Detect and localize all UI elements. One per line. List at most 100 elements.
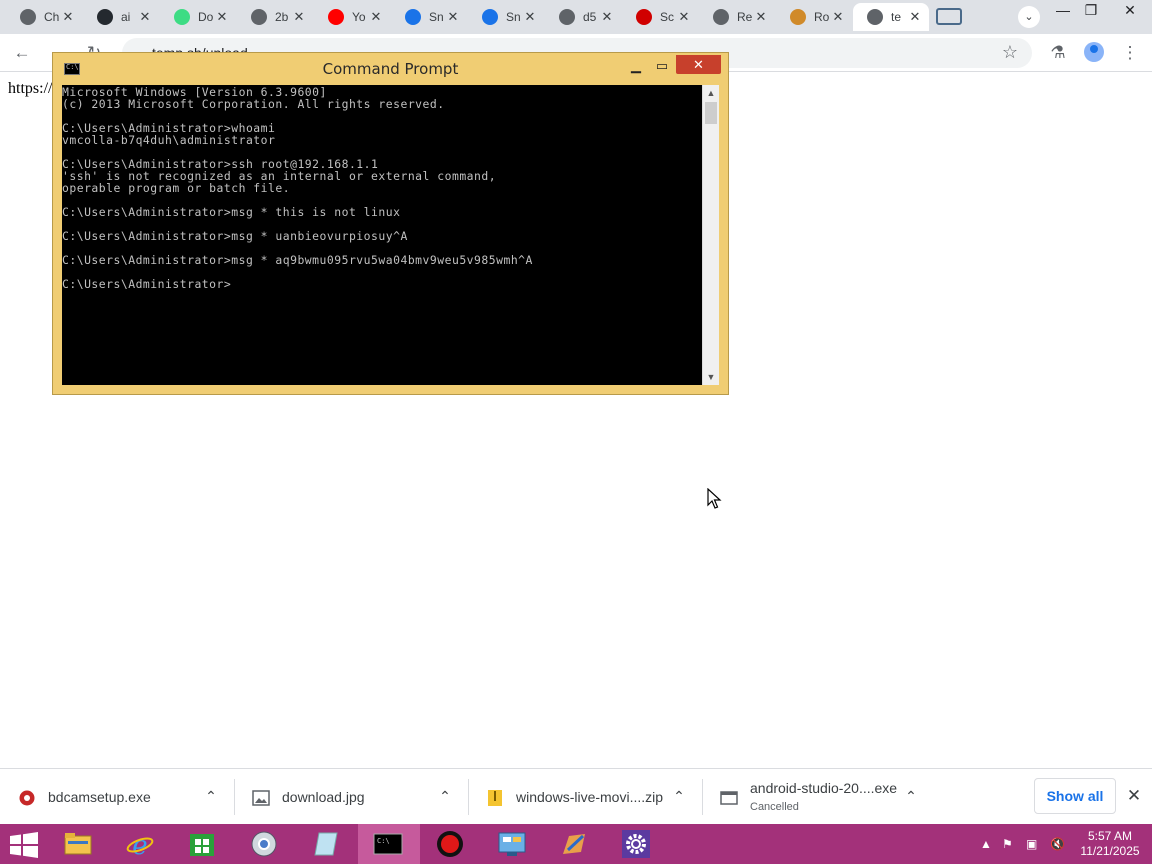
browser-tab[interactable]: Ro ✕ xyxy=(776,3,852,31)
tab-search-icon[interactable]: ⌄ xyxy=(1018,6,1040,28)
taskbar-store[interactable] xyxy=(172,824,234,864)
cmd-console-output[interactable]: Microsoft Windows [Version 6.3.9600] (c) … xyxy=(62,85,702,385)
close-window-icon[interactable]: ✕ xyxy=(1112,0,1148,22)
browser-tab[interactable]: Sc ✕ xyxy=(622,3,698,31)
chevron-up-icon[interactable]: ⌃ xyxy=(200,785,222,807)
browser-tab[interactable]: Sn ✕ xyxy=(468,3,544,31)
page-link-text[interactable]: https:// xyxy=(8,80,52,98)
chrome-icon xyxy=(251,831,277,857)
new-tab-button[interactable] xyxy=(936,8,962,25)
browser-tab[interactable]: ai ✕ xyxy=(83,3,159,31)
notepad-icon xyxy=(314,832,338,856)
youtube-icon xyxy=(328,9,344,25)
download-item[interactable]: bdcamsetup.exe ⌃ xyxy=(0,769,234,825)
command-prompt-window[interactable]: Command Prompt ▁ ▭ ✕ Microsoft Windows [… xyxy=(52,52,729,395)
tray-expand-icon[interactable]: ▲ xyxy=(980,834,992,854)
tab-close-icon[interactable]: ✕ xyxy=(137,9,153,25)
cmd-maximize-icon[interactable]: ▭ xyxy=(651,57,673,75)
tab-close-icon[interactable]: ✕ xyxy=(830,9,846,25)
tab-close-icon[interactable]: ✕ xyxy=(599,9,615,25)
browser-tab[interactable]: d5 ✕ xyxy=(545,3,621,31)
browser-tab[interactable]: 2b ✕ xyxy=(237,3,313,31)
taskbar-paint[interactable] xyxy=(544,824,606,864)
start-windows-icon[interactable] xyxy=(10,832,38,858)
exe-file-icon xyxy=(720,791,738,805)
tab-close-icon[interactable]: ✕ xyxy=(753,9,769,25)
scroll-up-icon[interactable]: ▲ xyxy=(703,85,719,101)
taskbar-control-panel[interactable] xyxy=(482,824,544,864)
scroll-thumb[interactable] xyxy=(705,102,717,124)
chevron-up-icon[interactable]: ⌃ xyxy=(434,785,456,807)
download-filename: bdcamsetup.exe xyxy=(48,789,151,805)
globe-icon xyxy=(867,9,883,25)
record-icon xyxy=(636,9,652,25)
taskbar-internet-explorer[interactable]: e xyxy=(110,824,172,864)
tab-close-icon[interactable]: ✕ xyxy=(907,9,923,25)
roblox-icon xyxy=(790,9,806,25)
chevron-up-icon[interactable]: ⌃ xyxy=(900,785,922,807)
cmd-title-bar[interactable]: Command Prompt ▁ ▭ ✕ xyxy=(53,53,728,85)
tab-close-icon[interactable]: ✕ xyxy=(214,9,230,25)
chevron-up-icon[interactable]: ⌃ xyxy=(668,785,690,807)
chrome-icon xyxy=(20,9,36,25)
record-icon xyxy=(437,831,463,857)
console-line: (c) 2013 Microsoft Corporation. All righ… xyxy=(62,97,445,111)
minimize-icon[interactable]: — xyxy=(1048,0,1078,22)
store-icon xyxy=(190,834,214,856)
taskbar-notepad[interactable] xyxy=(296,824,358,864)
show-all-button[interactable]: Show all xyxy=(1034,778,1116,814)
browser-tab[interactable]: Re ✕ xyxy=(699,3,775,31)
action-center-flag-icon[interactable]: ⚑ xyxy=(1002,834,1013,854)
cmd-scrollbar[interactable]: ▲ ▼ xyxy=(702,85,719,385)
close-download-bar-icon[interactable]: ✕ xyxy=(1124,785,1144,807)
tab-close-icon[interactable]: ✕ xyxy=(368,9,384,25)
console-line: C:\Users\Administrator>msg * uanbieovurp… xyxy=(62,229,408,243)
back-icon[interactable]: ← xyxy=(10,41,34,65)
browser-tab[interactable]: Ch ✕ xyxy=(6,3,82,31)
scroll-down-icon[interactable]: ▼ xyxy=(703,369,719,385)
tab-close-icon[interactable]: ✕ xyxy=(676,9,692,25)
taskbar-settings[interactable] xyxy=(606,824,668,864)
bookmark-star-icon[interactable]: ☆ xyxy=(1002,42,1018,63)
taskbar-screen-recorder[interactable] xyxy=(420,824,482,864)
browser-tab[interactable]: Yo ✕ xyxy=(314,3,390,31)
tab-close-icon[interactable]: ✕ xyxy=(445,9,461,25)
restore-icon[interactable]: ❐ xyxy=(1076,0,1106,22)
console-line: vmcolla-b7q4duh\administrator xyxy=(62,133,276,147)
browser-tab[interactable]: Do ✕ xyxy=(160,3,236,31)
tab-close-icon[interactable]: ✕ xyxy=(522,9,538,25)
cmd-minimize-icon[interactable]: ▁ xyxy=(625,57,647,75)
download-filename: download.jpg xyxy=(282,789,365,805)
mouse-pointer-icon xyxy=(707,488,722,509)
download-filename: windows-live-movi....zip xyxy=(516,789,664,805)
taskbar-command-prompt[interactable]: C:\ xyxy=(358,824,420,864)
cmd-close-button[interactable]: ✕ xyxy=(676,55,721,74)
download-item[interactable]: android-studio-20....exe Cancelled ⌃ xyxy=(702,769,936,825)
network-icon[interactable]: ▣ xyxy=(1026,834,1037,854)
clock-date: 11/21/2025 xyxy=(1080,844,1140,858)
installer-file-icon xyxy=(19,790,35,806)
globe-icon xyxy=(713,9,729,25)
taskbar-file-explorer[interactable] xyxy=(48,824,110,864)
ie-icon: e xyxy=(126,831,154,858)
browser-tab[interactable]: te ✕ xyxy=(853,3,929,31)
download-item[interactable]: download.jpg ⌃ xyxy=(234,769,468,825)
profile-avatar[interactable] xyxy=(1084,42,1104,62)
console-line: C:\Users\Administrator> xyxy=(62,277,232,291)
download-item[interactable]: windows-live-movi....zip ⌃ xyxy=(468,769,702,825)
download-bar: bdcamsetup.exe ⌃ download.jpg ⌃ windows-… xyxy=(0,768,1152,824)
browser-tab[interactable]: Sn ✕ xyxy=(391,3,467,31)
github-icon xyxy=(97,9,113,25)
labs-flask-icon[interactable]: ⚗ xyxy=(1046,41,1070,65)
snap-icon xyxy=(482,9,498,25)
download-status: Cancelled xyxy=(750,801,799,813)
tab-close-icon[interactable]: ✕ xyxy=(291,9,307,25)
tab-close-icon[interactable]: ✕ xyxy=(60,9,76,25)
system-clock[interactable]: 5:57 AM 11/21/2025 xyxy=(1076,829,1144,859)
volume-muted-icon[interactable]: 🔇 xyxy=(1050,834,1065,854)
globe-icon xyxy=(559,9,575,25)
more-menu-icon[interactable]: ⋮ xyxy=(1118,41,1142,65)
svg-text:C:\: C:\ xyxy=(377,837,390,845)
gear-icon xyxy=(622,830,650,858)
taskbar-chrome[interactable] xyxy=(234,824,296,864)
